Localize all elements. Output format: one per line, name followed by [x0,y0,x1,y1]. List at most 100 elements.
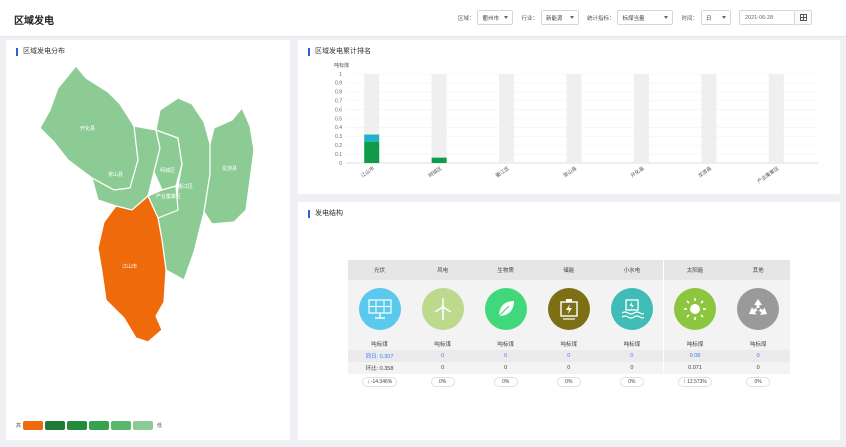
calendar-button[interactable] [795,10,812,25]
sun-icon [674,288,716,330]
yoy-value: 0 [411,350,475,362]
structure-column: 风电 吨标煤 0 0 0% [411,260,475,398]
legend-swatch [45,421,66,430]
source-name: 储能 [537,260,601,280]
page-title: 区域发电 [14,16,54,27]
filter-bar: 区域： 衢州市 行业： 新能源 统计指标： 标煤当量 时间： 日 2021-06… [458,10,812,25]
unit-label: 吨标煤 [411,338,475,350]
bar-background [633,74,649,163]
y-tick-label: 0.6 [335,107,342,113]
unit-label: 吨标煤 [726,338,790,350]
yoy-value: 0 [537,350,601,362]
change-cell: ↓ -14.346% [348,374,411,390]
legend-swatch [133,421,154,430]
change-percent: -14.346% [370,379,393,385]
source-icon-area [348,280,411,338]
date-input[interactable]: 2021-06-28 [739,10,795,25]
x-tick-label: 常山县 [562,165,578,179]
region-select[interactable]: 衢州市 [477,10,514,25]
legend-low-label: 低 [157,423,163,429]
time-unit-value: 日 [706,15,712,22]
change-percent: 0% [628,379,636,385]
change-badge: ↑ 12.573% [678,377,712,387]
structure-column: 小水电 吨标煤 0 0 0% [600,260,664,398]
change-cell: 0% [411,374,475,390]
y-tick-label: 0.1 [335,152,342,158]
region-map: 开化县 常山县 柯城区 衢江区 产业集聚区 龙游县 江山市 [39,65,255,343]
y-tick-label: 0.4 [335,125,342,131]
change-badge: ↓ -14.346% [361,377,398,387]
y-tick-label: 1 [339,72,342,78]
ranking-bar-chart: 吨标煤 1 0.9 0.8 0.7 0.6 0.5 0.4 0.3 0.2 0.1 0 江山市 柯城区 衢江… [334,62,818,185]
y-tick-label: 0.5 [335,116,342,122]
region-map-panel: 区域发电分布 开化县 常山县 柯城区 衢江区 产业集聚区 龙游县 江山市 高 低 [6,40,290,440]
y-tick-label: 0.8 [335,90,342,96]
x-tick-label: 衢江区 [494,165,510,179]
region-value: 衢州市 [482,15,499,22]
arrow-up-icon: ↑ [683,379,687,385]
wind-turbine-icon [421,288,464,330]
unit-label: 吨标煤 [474,338,538,350]
chevron-down-icon [504,16,509,19]
y-tick-label: 0.9 [335,81,342,87]
map-label-longyou: 龙游县 [222,165,237,172]
change-cell: 0% [474,374,538,390]
bar-background [431,74,447,163]
legend-swatch [67,421,88,430]
source-name: 太阳能 [663,260,727,280]
map-label-changshan: 常山县 [108,171,123,178]
y-tick-label: 0.2 [335,143,342,149]
industry-value: 新能源 [545,15,563,22]
unit-label: 吨标煤 [600,338,664,350]
source-name: 光伏 [348,260,411,280]
legend-swatch [111,421,132,430]
legend-high-label: 高 [16,423,22,429]
source-icon-area [600,280,664,338]
industry-select[interactable]: 新能源 [540,10,579,25]
structure-column: 生物质 吨标煤 0 0 0% [474,260,538,398]
yoy-value: 同日: 0.307 [348,350,411,362]
metric-select[interactable]: 标煤当量 [617,10,674,25]
metric-value: 标煤当量 [622,15,645,22]
mom-value: 0 [537,362,601,374]
change-badge: 0% [430,377,455,387]
source-icon-area [411,280,475,338]
bar-background [701,74,717,163]
metric-label: 统计指标： [586,15,615,22]
source-icon-area [726,280,790,338]
chevron-down-icon [664,16,669,19]
change-percent: 0% [565,379,573,385]
x-tick-label: 产业集聚区 [756,165,781,185]
bar-secondary [364,134,380,142]
mom-value: 0 [474,362,538,374]
time-label: 时间： [681,15,698,22]
bar-background [566,74,582,163]
map-label-jiangshan: 江山市 [122,263,137,270]
source-name: 小水电 [600,260,664,280]
battery-storage-icon [547,288,590,330]
time-unit-select[interactable]: 日 [701,10,731,25]
bar-primary [431,157,447,163]
map-label-kecheng: 柯城区 [160,167,175,174]
y-tick-label: 0.7 [335,99,342,105]
x-tick-label: 柯城区 [427,165,443,179]
structure-panel: 发电结构 光伏 吨标煤 同日: 0.307 环比: 0.358 ↓ -14.346% 风电吨… [298,202,840,440]
arrow-down-icon: ↓ [366,379,370,385]
calendar-icon [799,14,807,21]
region-label: 区域： [457,15,475,22]
map-label-kaihua: 开化县 [80,125,95,132]
chevron-down-icon [569,16,574,19]
mom-value: 0 [726,362,790,374]
change-badge: 0% [746,377,771,387]
change-percent: 0% [502,379,510,385]
unit-label: 吨标煤 [537,338,601,350]
structure-column: 太阳能 吨标煤 0.08 0.071 ↑ 12.573% [663,260,727,398]
source-icon-area [474,280,538,338]
source-name: 其他 [726,260,790,280]
hydro-power-icon [610,288,653,330]
structure-table: 光伏 吨标煤 同日: 0.307 环比: 0.358 ↓ -14.346% 风电 吨标煤 0 0 0… [348,260,790,398]
mom-value: 0.071 [663,362,727,374]
unit-label: 吨标煤 [663,338,727,350]
change-cell: ↑ 12.573% [663,374,727,390]
unit-label: 吨标煤 [348,338,411,350]
